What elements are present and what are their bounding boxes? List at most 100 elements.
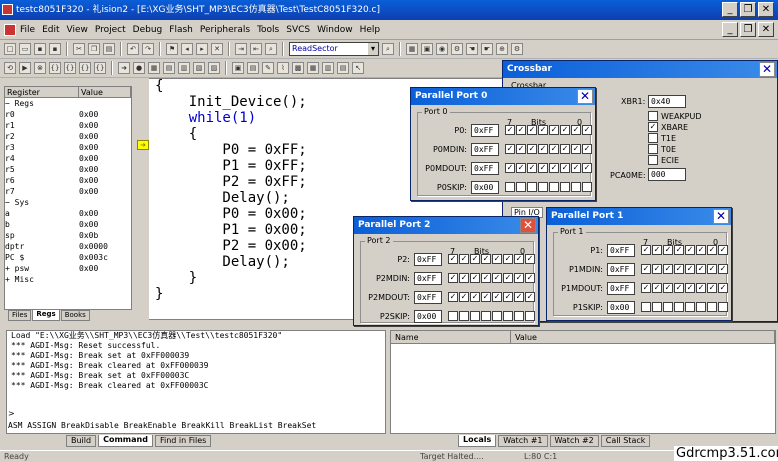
restore-button[interactable]: ❐ xyxy=(740,2,756,17)
hand-right-icon[interactable]: ☛ xyxy=(481,43,493,55)
port-bit-checkbox[interactable]: ✓ xyxy=(663,245,673,255)
tab-call-stack[interactable]: Call Stack xyxy=(600,435,651,447)
mdi-restore-button[interactable]: ❐ xyxy=(740,22,756,37)
port-bit-checkbox[interactable]: ✓ xyxy=(582,163,592,173)
port-bit-checkbox[interactable] xyxy=(516,182,526,192)
menu-debug[interactable]: Debug xyxy=(133,25,163,35)
port-bit-checkbox[interactable]: ✓ xyxy=(549,125,559,135)
port-bit-checkbox[interactable]: ✓ xyxy=(481,254,491,264)
port-bit-checkbox[interactable]: ✓ xyxy=(560,144,570,154)
value-column-header[interactable]: Value xyxy=(79,87,131,97)
mdi-minimize-button[interactable]: _ xyxy=(722,22,738,37)
watch-window-icon[interactable]: ▦ xyxy=(148,62,160,74)
port-bit-checkbox[interactable]: ✓ xyxy=(652,264,662,274)
port-bit-checkbox[interactable] xyxy=(641,302,651,312)
tab-books[interactable]: Books xyxy=(60,310,90,321)
port-bit-checkbox[interactable]: ✓ xyxy=(652,245,662,255)
port0-close-icon[interactable]: ✕ xyxy=(577,89,593,104)
crossbar-close-icon[interactable]: ✕ xyxy=(759,62,775,77)
port-bit-checkbox[interactable]: ✓ xyxy=(514,273,524,283)
port-bit-checkbox[interactable]: ✓ xyxy=(707,264,717,274)
port-bit-checkbox[interactable]: ✓ xyxy=(503,254,513,264)
port-bit-checkbox[interactable] xyxy=(470,311,480,321)
tab-files[interactable]: Files xyxy=(8,310,32,321)
show-next-statement-icon[interactable]: ➜ xyxy=(118,62,130,74)
crossbar-checkbox[interactable] xyxy=(648,133,658,143)
toolbox-icon[interactable]: ✎ xyxy=(262,62,274,74)
zoom-icon[interactable]: ⊕ xyxy=(496,43,508,55)
port-bit-checkbox[interactable]: ✓ xyxy=(560,125,570,135)
mdi-close-button[interactable]: ✕ xyxy=(758,22,774,37)
pca0me-select[interactable]: 000 xyxy=(648,168,686,181)
registers-icon[interactable]: ▥ xyxy=(322,62,334,74)
port-register-value[interactable]: 0xFF xyxy=(414,291,442,304)
port-bit-checkbox[interactable]: ✓ xyxy=(674,283,684,293)
port-bit-checkbox[interactable] xyxy=(538,182,548,192)
step-over-icon[interactable]: {} xyxy=(64,62,76,74)
tab-watch-2[interactable]: Watch #2 xyxy=(549,435,599,447)
output-window-icon[interactable]: ▤ xyxy=(247,62,259,74)
menu-svcs[interactable]: SVCS xyxy=(286,25,310,35)
run-icon[interactable]: ▶ xyxy=(19,62,31,74)
reset-icon[interactable]: ⟲ xyxy=(4,62,16,74)
port-bit-checkbox[interactable]: ✓ xyxy=(516,163,526,173)
tab-build[interactable]: Build xyxy=(66,435,97,447)
menu-flash[interactable]: Flash xyxy=(169,25,193,35)
close-button[interactable]: ✕ xyxy=(758,2,774,17)
port-bit-checkbox[interactable]: ✓ xyxy=(549,144,559,154)
register-row[interactable]: dptr 0x0000 xyxy=(5,241,131,252)
port-bit-checkbox[interactable]: ✓ xyxy=(652,283,662,293)
register-row[interactable]: PC $ 0x003c xyxy=(5,252,131,263)
port-bit-checkbox[interactable]: ✓ xyxy=(470,254,480,264)
find-icon[interactable]: ⌕ xyxy=(265,43,277,55)
register-row[interactable]: + psw 0x00 xyxy=(5,263,131,274)
watch-window[interactable]: Name Value xyxy=(390,330,776,434)
register-row[interactable]: a 0x00 xyxy=(5,208,131,219)
register-row[interactable]: sp 0x0b xyxy=(5,230,131,241)
port2-close-icon[interactable]: ✕ xyxy=(520,218,536,233)
register-row[interactable]: b 0x00 xyxy=(5,219,131,230)
copy-icon[interactable]: ❐ xyxy=(88,43,100,55)
xbr1-value-input[interactable]: 0x40 xyxy=(648,95,686,108)
port-bit-checkbox[interactable]: ✓ xyxy=(641,245,651,255)
menu-peripherals[interactable]: Peripherals xyxy=(200,25,250,35)
save-all-icon[interactable]: ▪ xyxy=(49,43,61,55)
port-bit-checkbox[interactable] xyxy=(525,311,535,321)
port-bit-checkbox[interactable] xyxy=(663,302,673,312)
port-register-value[interactable]: 0xFF xyxy=(414,272,442,285)
port-bit-checkbox[interactable] xyxy=(685,302,695,312)
port-bit-checkbox[interactable]: ✓ xyxy=(505,144,515,154)
tab-locals[interactable]: Locals xyxy=(458,435,497,447)
menu-edit[interactable]: Edit xyxy=(42,25,59,35)
tab-command[interactable]: Command xyxy=(98,435,153,447)
register-row[interactable]: r5 0x00 xyxy=(5,164,131,175)
port-register-value[interactable]: 0x00 xyxy=(607,301,635,314)
register-row[interactable]: r7 0x00 xyxy=(5,186,131,197)
performance-icon[interactable]: ▨ xyxy=(208,62,220,74)
redo-icon[interactable]: ↷ xyxy=(142,43,154,55)
pointer-icon[interactable]: ↖ xyxy=(352,62,364,74)
port-bit-checkbox[interactable]: ✓ xyxy=(525,273,535,283)
port-bit-checkbox[interactable]: ✓ xyxy=(514,292,524,302)
next-bookmark-icon[interactable]: ▸ xyxy=(196,43,208,55)
port-bit-checkbox[interactable] xyxy=(674,302,684,312)
port-bit-checkbox[interactable]: ✓ xyxy=(674,264,684,274)
menu-view[interactable]: View xyxy=(67,25,88,35)
port-bit-checkbox[interactable]: ✓ xyxy=(685,283,695,293)
port-bit-checkbox[interactable]: ✓ xyxy=(685,245,695,255)
port-bit-checkbox[interactable]: ✓ xyxy=(459,292,469,302)
port-bit-checkbox[interactable] xyxy=(481,311,491,321)
port-bit-checkbox[interactable] xyxy=(492,311,502,321)
port-bit-checkbox[interactable]: ✓ xyxy=(641,264,651,274)
register-row[interactable]: − Sys xyxy=(5,197,131,208)
step-out-icon[interactable]: {} xyxy=(79,62,91,74)
port-bit-checkbox[interactable]: ✓ xyxy=(503,292,513,302)
port-bit-checkbox[interactable] xyxy=(707,302,717,312)
port-bit-checkbox[interactable]: ✓ xyxy=(718,245,728,255)
tab-find-in-files[interactable]: Find in Files xyxy=(154,435,212,447)
port-register-value[interactable]: 0xFF xyxy=(471,143,499,156)
port-bit-checkbox[interactable]: ✓ xyxy=(582,125,592,135)
undo-icon[interactable]: ↶ xyxy=(127,43,139,55)
breakpoint-icon[interactable]: ● xyxy=(133,62,145,74)
paste-icon[interactable]: ▤ xyxy=(103,43,115,55)
